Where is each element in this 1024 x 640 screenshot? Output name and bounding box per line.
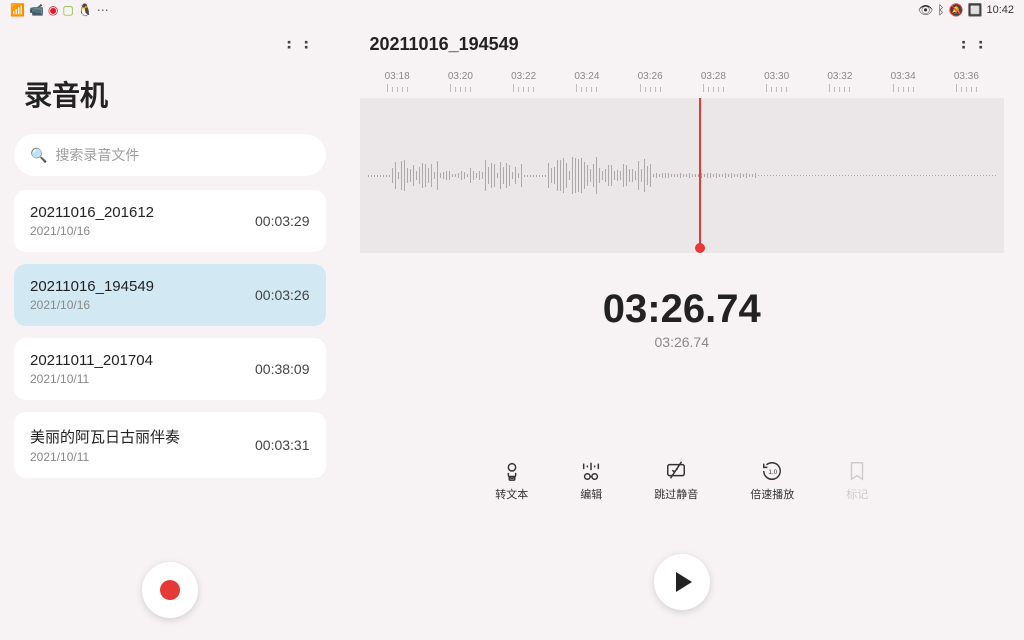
timeline-tick: 03:28 xyxy=(682,71,745,92)
search-input[interactable]: 🔍 搜索录音文件 xyxy=(14,134,326,176)
tick-label: 03:28 xyxy=(701,71,726,82)
recording-name: 20211011_201704 xyxy=(30,352,153,369)
status-bar: 📶 📹 ◉ ▢ 🐧 ⋯ 👁 ᛒ 🔕 🔲 10:42 xyxy=(0,0,1024,20)
timeline-tick: 03:26 xyxy=(619,71,682,92)
timeline-tick: 03:30 xyxy=(745,71,808,92)
speed-icon: 1.0 xyxy=(761,460,783,482)
eye-icon: 👁 xyxy=(918,3,933,17)
waveform[interactable] xyxy=(360,98,1005,253)
timeline-tick: 03:36 xyxy=(935,71,998,92)
tool-bookmark: 标记 xyxy=(846,460,868,502)
more-options-icon[interactable]: ⠆⠆ xyxy=(285,34,319,54)
timeline-tick: 03:22 xyxy=(492,71,555,92)
tick-label: 03:32 xyxy=(827,71,852,82)
right-panel: 20211016_194549 ⠆⠆ 03:1803:2003:2203:240… xyxy=(340,20,1024,640)
timeline-tick: 03:18 xyxy=(366,71,429,92)
tick-label: 03:20 xyxy=(448,71,473,82)
recording-date: 2021/10/11 xyxy=(30,372,153,386)
wifi-icon: 📶 xyxy=(10,3,25,17)
current-time: 03:26.74 xyxy=(360,287,1005,332)
timeline-tick: 03:32 xyxy=(808,71,871,92)
search-icon: 🔍 xyxy=(30,147,47,164)
status-time: 10:42 xyxy=(986,4,1014,16)
bookmark-icon xyxy=(846,460,868,482)
recording-date: 2021/10/16 xyxy=(30,224,154,238)
recording-name: 20211016_194549 xyxy=(30,278,154,295)
video-icon: 📹 xyxy=(29,3,44,17)
tick-label: 03:26 xyxy=(638,71,663,82)
app-title: 录音机 xyxy=(10,74,330,134)
weibo-icon: ◉ xyxy=(48,3,58,17)
recording-item[interactable]: 20211011_201704 2021/10/11 00:38:09 xyxy=(14,338,326,400)
left-panel: ⠆⠆ 录音机 🔍 搜索录音文件 20211016_201612 2021/10/… xyxy=(0,20,340,640)
record-icon xyxy=(160,580,180,600)
file-title: 20211016_194549 xyxy=(370,34,519,55)
transcribe-icon xyxy=(501,460,523,482)
tools-row: 转文本 编辑 跳过静音 1.0 倍速播放 标记 xyxy=(360,460,1005,502)
tick-label: 03:36 xyxy=(954,71,979,82)
tool-transcribe[interactable]: 转文本 xyxy=(495,460,528,502)
tool-label: 标记 xyxy=(846,486,868,502)
tool-skip-silence[interactable]: 跳过静音 xyxy=(654,460,698,502)
recording-duration: 00:03:29 xyxy=(255,213,310,229)
recording-date: 2021/10/16 xyxy=(30,298,154,312)
recording-date: 2021/10/11 xyxy=(30,450,180,464)
recording-list: 20211016_201612 2021/10/16 00:03:29 2021… xyxy=(10,190,330,478)
bluetooth-icon: ᛒ xyxy=(937,3,944,17)
edit-icon xyxy=(580,460,602,482)
battery-icon: 🔲 xyxy=(968,3,983,17)
recording-item[interactable]: 美丽的阿瓦日古丽伴奏 2021/10/11 00:03:31 xyxy=(14,412,326,478)
timeline-tick: 03:34 xyxy=(872,71,935,92)
total-time: 03:26.74 xyxy=(360,334,1005,350)
time-display: 03:26.74 03:26.74 xyxy=(360,287,1005,350)
tool-label: 倍速播放 xyxy=(750,486,794,502)
tool-edit[interactable]: 编辑 xyxy=(580,460,602,502)
mute-icon: 🔕 xyxy=(949,3,964,17)
recording-duration: 00:03:26 xyxy=(255,287,310,303)
recording-item[interactable]: 20211016_194549 2021/10/16 00:03:26 xyxy=(14,264,326,326)
wechat-icon: ▢ xyxy=(62,3,73,17)
tool-speed[interactable]: 1.0 倍速播放 xyxy=(750,460,794,502)
tick-label: 03:24 xyxy=(574,71,599,82)
tick-label: 03:22 xyxy=(511,71,536,82)
tool-label: 跳过静音 xyxy=(654,486,698,502)
playhead[interactable] xyxy=(695,98,705,253)
tool-label: 转文本 xyxy=(495,486,528,502)
search-placeholder: 搜索录音文件 xyxy=(55,145,139,165)
play-icon xyxy=(676,572,692,592)
tick-label: 03:34 xyxy=(891,71,916,82)
tick-label: 03:18 xyxy=(385,71,410,82)
more-apps-icon: ⋯ xyxy=(97,3,109,17)
record-button[interactable] xyxy=(142,562,198,618)
qq-icon: 🐧 xyxy=(78,3,93,17)
recording-duration: 00:38:09 xyxy=(255,361,310,377)
timeline-tick: 03:24 xyxy=(555,71,618,92)
detail-more-icon[interactable]: ⠆⠆ xyxy=(960,34,994,55)
timeline-tick: 03:20 xyxy=(429,71,492,92)
tick-label: 03:30 xyxy=(764,71,789,82)
recording-name: 20211016_201612 xyxy=(30,204,154,221)
skip-silence-icon xyxy=(665,460,687,482)
recording-duration: 00:03:31 xyxy=(255,437,310,453)
svg-text:1.0: 1.0 xyxy=(769,469,778,476)
recording-item[interactable]: 20211016_201612 2021/10/16 00:03:29 xyxy=(14,190,326,252)
tool-label: 编辑 xyxy=(580,486,602,502)
timeline[interactable]: 03:18 03:20 03:22 03:24 03:26 03:28 03:30 03:32… xyxy=(360,71,1005,271)
recording-name: 美丽的阿瓦日古丽伴奏 xyxy=(30,426,180,447)
play-button[interactable] xyxy=(654,554,710,610)
